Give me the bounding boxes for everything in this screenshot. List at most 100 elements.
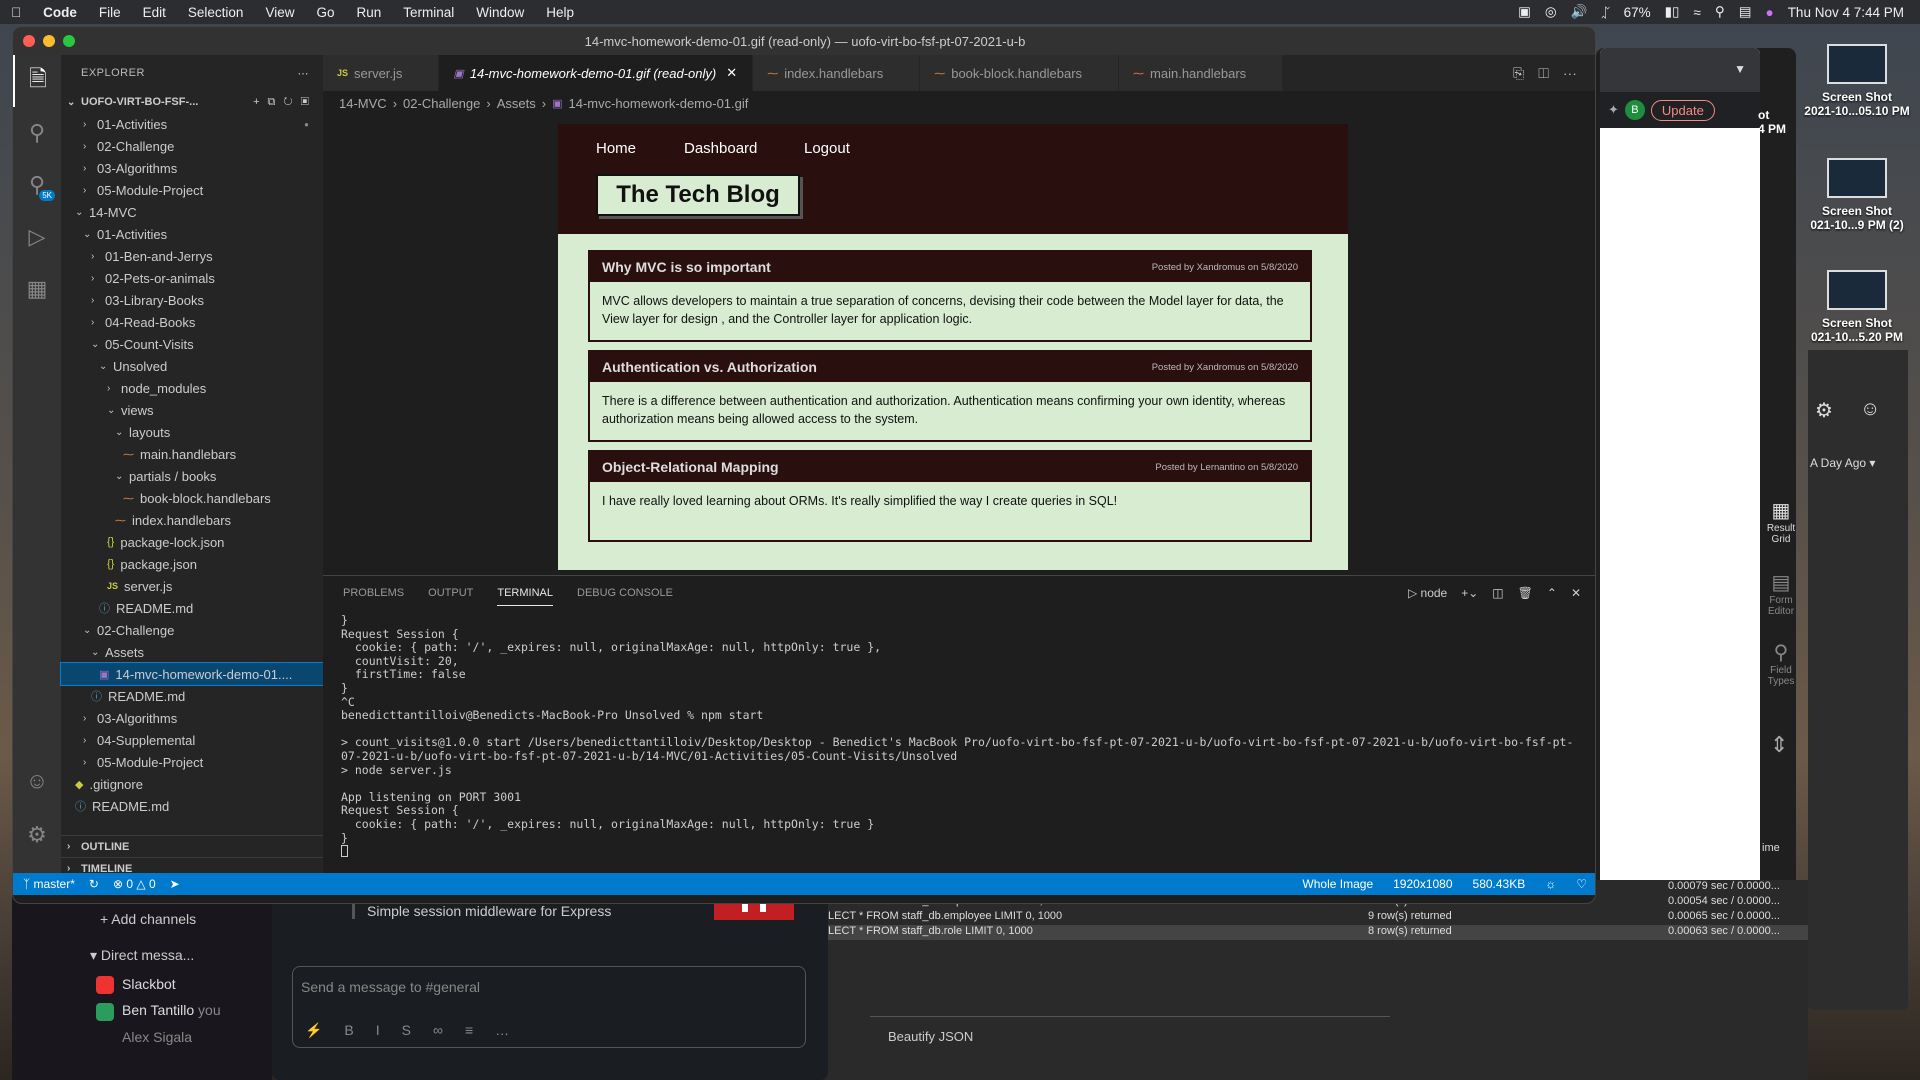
- tree-folder[interactable]: ⌄ 14-MVC: [61, 201, 323, 223]
- run-debug-icon[interactable]: ▷: [13, 211, 61, 263]
- tree-folder[interactable]: ⌄ partials / books: [61, 465, 323, 487]
- chrome-update-button[interactable]: Update: [1650, 99, 1715, 121]
- tree-folder[interactable]: ⌄ 01-Activities: [61, 223, 323, 245]
- tree-file[interactable]: ⓘ README.md: [61, 795, 323, 817]
- tree-folder[interactable]: › 01-Ben-and-Jerrys: [61, 245, 323, 267]
- manage-gear-icon[interactable]: ⚙: [13, 809, 61, 861]
- editor-tab[interactable]: ▣ 14-mvc-homework-demo-01.gif (read-only)…: [439, 55, 754, 91]
- tree-file[interactable]: ⁓ main.handlebars: [61, 443, 323, 465]
- message-composer[interactable]: Send a message to #general ⚡BIS∞≡…: [292, 966, 806, 1048]
- breadcrumb-item[interactable]: 14-mvc-homework-demo-01.gif: [568, 96, 748, 111]
- breadcrumb-item[interactable]: Assets: [497, 96, 536, 111]
- feedback-icon[interactable]: ☼: [1545, 877, 1556, 891]
- tree-folder[interactable]: › 03-Library-Books: [61, 289, 323, 311]
- tree-folder[interactable]: ⌄ Unsolved: [61, 355, 323, 377]
- image-zoom-mode[interactable]: Whole Image: [1302, 877, 1373, 891]
- tree-folder[interactable]: ⌄ 05-Count-Visits: [61, 333, 323, 355]
- menubar-clock[interactable]: Thu Nov 4 7:44 PM: [1788, 5, 1904, 20]
- explorer-actions-icons[interactable]: +⧉↻▣: [253, 96, 323, 109]
- scroll-arrows-icon[interactable]: ⇕: [1770, 732, 1788, 758]
- maximize-panel-icon[interactable]: ⌃: [1547, 586, 1557, 600]
- tree-folder[interactable]: › 02-Challenge: [61, 135, 323, 157]
- apple-icon[interactable]: : [0, 5, 32, 20]
- tree-folder[interactable]: › 04-Read-Books: [61, 311, 323, 333]
- airdrop-icon[interactable]: ◎: [1545, 4, 1557, 20]
- menu-file[interactable]: File: [88, 5, 132, 20]
- dm-slackbot[interactable]: Slackbot: [12, 964, 272, 995]
- control-center-icon[interactable]: ▤: [1739, 4, 1752, 20]
- notifications-bell-icon[interactable]: ♡: [1576, 877, 1587, 891]
- sql-history-row[interactable]: LECT * FROM staff_db.role LIMIT 0, 1000 8…: [826, 925, 1808, 940]
- breadcrumb-item[interactable]: 14-MVC: [339, 96, 387, 111]
- menu-run[interactable]: Run: [346, 5, 393, 20]
- tab-output[interactable]: OUTPUT: [428, 587, 473, 599]
- tree-file[interactable]: ⁓ book-block.handlebars: [61, 487, 323, 509]
- new-terminal-icon[interactable]: +⌄: [1461, 586, 1478, 600]
- editor-actions-icons[interactable]: ⎘◫⋯: [1513, 65, 1591, 82]
- editor-tab[interactable]: JS server.js: [323, 55, 440, 91]
- menu-selection[interactable]: Selection: [177, 5, 255, 20]
- sql-history-row[interactable]: LECT * FROM staff_db.employee LIMIT 0, 1…: [826, 910, 1808, 925]
- chrome-avatar[interactable]: B: [1624, 100, 1645, 120]
- form-editor-button[interactable]: ▤ Form Editor: [1757, 570, 1805, 617]
- editor-tab[interactable]: ⁓ index.handlebars: [753, 55, 921, 91]
- beautify-json-button[interactable]: Beautify JSON: [870, 1016, 1390, 1056]
- tab-problems[interactable]: PROBLEMS: [343, 587, 404, 599]
- add-channels-button[interactable]: + Add channels: [12, 901, 272, 927]
- volume-icon[interactable]: 🔊: [1571, 4, 1588, 20]
- tree-file[interactable]: ⓘ README.md: [61, 685, 323, 707]
- tree-folder[interactable]: › 05-Module-Project: [61, 751, 323, 773]
- tree-folder[interactable]: › 04-Supplemental: [61, 729, 323, 751]
- live-share-icon[interactable]: ➤: [170, 877, 180, 891]
- source-control-icon[interactable]: ⚲ 5K: [13, 159, 61, 211]
- menu-window[interactable]: Window: [465, 5, 535, 20]
- direct-messages-header[interactable]: ▾ Direct messa...: [12, 927, 272, 964]
- tree-file[interactable]: ▣ 14-mvc-homework-demo-01....: [60, 662, 324, 686]
- screen-record-icon[interactable]: ▣: [1518, 4, 1531, 20]
- tree-folder[interactable]: › 05-Module-Project: [61, 179, 323, 201]
- siri-icon[interactable]: ●: [1766, 5, 1774, 20]
- problems-indicator[interactable]: ⊗ 0 △ 0: [113, 877, 156, 891]
- composer-placeholder[interactable]: Send a message to #general: [293, 967, 805, 1007]
- menu-edit[interactable]: Edit: [132, 5, 177, 20]
- tree-file[interactable]: JS server.js: [61, 575, 323, 597]
- dm-alex-sigala[interactable]: Alex Sigala: [12, 1021, 272, 1045]
- extension-puzzle-icon[interactable]: ✦: [1608, 102, 1619, 118]
- tab-terminal[interactable]: TERMINAL: [497, 587, 553, 606]
- tree-folder[interactable]: ⌄ Assets: [61, 641, 323, 663]
- tree-file[interactable]: {} package.json: [61, 553, 323, 575]
- outline-section[interactable]: › OUTLINE: [61, 835, 323, 857]
- close-tab-icon[interactable]: ✕: [726, 65, 738, 81]
- terminal-shell-selector[interactable]: ▷ node: [1408, 586, 1447, 600]
- menu-help[interactable]: Help: [535, 5, 585, 20]
- settings-gear-icon[interactable]: ⚙: [1815, 398, 1833, 423]
- tree-file[interactable]: {} package-lock.json: [61, 531, 323, 553]
- tree-folder[interactable]: ⌄ layouts: [61, 421, 323, 443]
- tree-folder[interactable]: ⌄ views: [61, 399, 323, 421]
- editor-tab[interactable]: ⁓ book-block.handlebars: [920, 55, 1120, 91]
- tree-file[interactable]: ⁓ index.handlebars: [61, 509, 323, 531]
- terminal-output[interactable]: } Request Session { cookie: { path: '/', …: [323, 610, 1595, 858]
- more-actions-icon[interactable]: ⋯: [298, 67, 324, 80]
- close-panel-icon[interactable]: ✕: [1571, 586, 1581, 600]
- tree-folder[interactable]: › node_modules: [61, 377, 323, 399]
- menu-view[interactable]: View: [254, 5, 305, 20]
- bluetooth-icon[interactable]: ᛢ: [1601, 5, 1609, 20]
- zoom-window-button[interactable]: [63, 35, 75, 47]
- tree-file[interactable]: ◆ .gitignore: [61, 773, 323, 795]
- minimize-window-button[interactable]: [43, 35, 55, 47]
- field-types-button[interactable]: ⚲ Field Types: [1757, 640, 1805, 687]
- split-terminal-icon[interactable]: ◫: [1492, 586, 1503, 600]
- menu-terminal[interactable]: Terminal: [392, 5, 465, 20]
- close-window-button[interactable]: [23, 35, 35, 47]
- account-icon[interactable]: ☺: [1860, 398, 1880, 421]
- breadcrumb-item[interactable]: 02-Challenge: [403, 96, 480, 111]
- chrome-dropdown-icon[interactable]: ▼: [1734, 62, 1746, 76]
- search-icon[interactable]: ⚲: [13, 107, 61, 159]
- trash-icon[interactable]: 🗑: [1518, 586, 1533, 600]
- day-ago-filter[interactable]: A Day Ago ▾: [1810, 456, 1875, 470]
- result-grid-button[interactable]: ▦ Result Grid: [1757, 498, 1805, 545]
- tree-folder[interactable]: › 02-Pets-or-animals: [61, 267, 323, 289]
- workspace-root[interactable]: ⌄ UOFO-VIRT-BO-FSF-... +⧉↻▣: [61, 91, 323, 113]
- sync-icon[interactable]: ↻: [89, 877, 99, 891]
